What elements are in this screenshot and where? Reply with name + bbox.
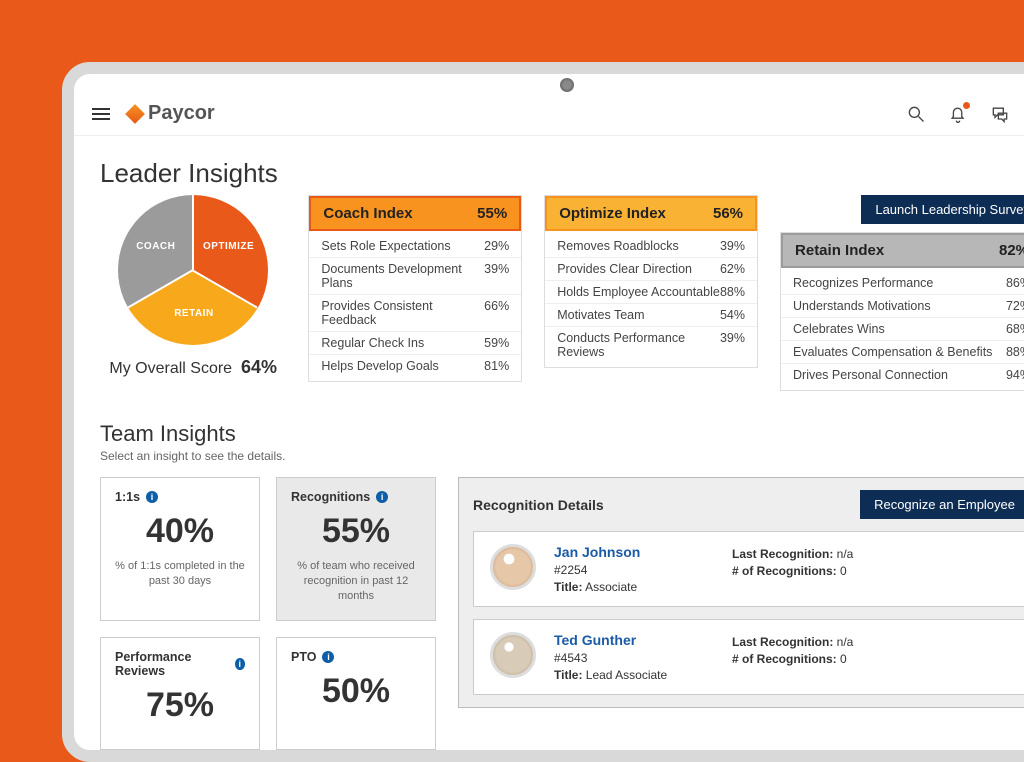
optimize-index-pct: 56% bbox=[713, 205, 743, 222]
brand-name: Paycor bbox=[148, 102, 215, 125]
brand-mark bbox=[125, 104, 145, 124]
retain-index-pct: 82% bbox=[999, 242, 1024, 259]
index-row: Recognizes Performance86% bbox=[781, 272, 1024, 295]
retain-index-title: Retain Index bbox=[795, 242, 884, 259]
brand-logo[interactable]: Paycor bbox=[128, 102, 215, 125]
chat-icon[interactable] bbox=[990, 104, 1010, 124]
device-camera bbox=[560, 78, 574, 92]
employee-id: #4543 bbox=[554, 651, 714, 665]
team-insights-title: Team Insights bbox=[100, 421, 1024, 447]
overall-score-value: 64% bbox=[241, 357, 277, 377]
coach-index-card[interactable]: Coach Index 55% Sets Role Expectations29… bbox=[308, 195, 522, 382]
avatar bbox=[490, 632, 536, 678]
notification-dot bbox=[963, 102, 970, 109]
recognition-panel-title: Recognition Details bbox=[473, 497, 604, 513]
index-row: Holds Employee Accountable88% bbox=[545, 281, 757, 304]
index-row: Motivates Team54% bbox=[545, 304, 757, 327]
menu-icon[interactable] bbox=[92, 108, 110, 120]
insight-tile[interactable]: Recognitionsi55%% of team who received r… bbox=[276, 477, 436, 621]
index-row: Conducts Performance Reviews39% bbox=[545, 327, 757, 363]
index-row: Removes Roadblocks39% bbox=[545, 235, 757, 258]
optimize-index-card[interactable]: Optimize Index 56% Removes Roadblocks39%… bbox=[544, 195, 758, 368]
pie-seg-coach: COACH bbox=[136, 241, 175, 252]
index-row: Regular Check Ins59% bbox=[309, 332, 521, 355]
employee-id: #2254 bbox=[554, 563, 714, 577]
launch-survey-button[interactable]: Launch Leadership Survey bbox=[861, 195, 1024, 224]
search-icon[interactable] bbox=[906, 104, 926, 124]
overall-score-card: COACH OPTIMIZE RETAIN My Overall Score 6… bbox=[100, 195, 286, 378]
pie-seg-optimize: OPTIMIZE bbox=[203, 241, 254, 252]
employee-row[interactable]: Jan Johnson#2254Title: AssociateLast Rec… bbox=[473, 531, 1024, 607]
top-bar: Paycor bbox=[74, 98, 1024, 136]
insight-tile[interactable]: PTOi50% bbox=[276, 637, 436, 750]
index-row: Helps Develop Goals81% bbox=[309, 355, 521, 377]
info-icon[interactable]: i bbox=[376, 491, 388, 503]
overall-score-label: My Overall Score bbox=[109, 360, 232, 377]
index-row: Drives Personal Connection94% bbox=[781, 364, 1024, 386]
insight-tiles: 1:1si40%% of 1:1s completed in the past … bbox=[100, 477, 440, 750]
insight-tile[interactable]: Performance Reviewsi75% bbox=[100, 637, 260, 750]
index-row: Understands Motivations72% bbox=[781, 295, 1024, 318]
page-title: Leader Insights bbox=[100, 158, 1024, 189]
team-insights-subtitle: Select an insight to see the details. bbox=[100, 449, 1024, 463]
optimize-index-title: Optimize Index bbox=[559, 205, 666, 222]
insight-tile[interactable]: 1:1si40%% of 1:1s completed in the past … bbox=[100, 477, 260, 621]
score-pie: COACH OPTIMIZE RETAIN bbox=[118, 195, 268, 345]
recognize-employee-button[interactable]: Recognize an Employee bbox=[860, 490, 1024, 519]
coach-index-pct: 55% bbox=[477, 205, 507, 222]
overall-score-line: My Overall Score 64% bbox=[100, 357, 286, 378]
leader-insights-row: COACH OPTIMIZE RETAIN My Overall Score 6… bbox=[100, 195, 1024, 391]
recognition-panel: Recognition Details Recognize an Employe… bbox=[458, 477, 1024, 708]
employee-name: Ted Gunther bbox=[554, 632, 714, 648]
employee-row[interactable]: Ted Gunther#4543Title: Lead AssociateLas… bbox=[473, 619, 1024, 695]
info-icon[interactable]: i bbox=[235, 658, 245, 670]
index-row: Evaluates Compensation & Benefits88% bbox=[781, 341, 1024, 364]
info-icon[interactable]: i bbox=[322, 651, 334, 663]
retain-index-card[interactable]: Retain Index 82% Recognizes Performance8… bbox=[780, 232, 1024, 391]
index-row: Provides Consistent Feedback66% bbox=[309, 295, 521, 332]
index-row: Documents Development Plans39% bbox=[309, 258, 521, 295]
avatar bbox=[490, 544, 536, 590]
bell-icon[interactable] bbox=[948, 104, 968, 124]
index-row: Celebrates Wins68% bbox=[781, 318, 1024, 341]
coach-index-title: Coach Index bbox=[323, 205, 412, 222]
index-row: Sets Role Expectations29% bbox=[309, 235, 521, 258]
tablet-frame: Paycor Leader Insights bbox=[62, 62, 1024, 762]
info-icon[interactable]: i bbox=[146, 491, 158, 503]
pie-seg-retain: RETAIN bbox=[174, 308, 213, 319]
employee-name: Jan Johnson bbox=[554, 544, 714, 560]
index-row: Provides Clear Direction62% bbox=[545, 258, 757, 281]
